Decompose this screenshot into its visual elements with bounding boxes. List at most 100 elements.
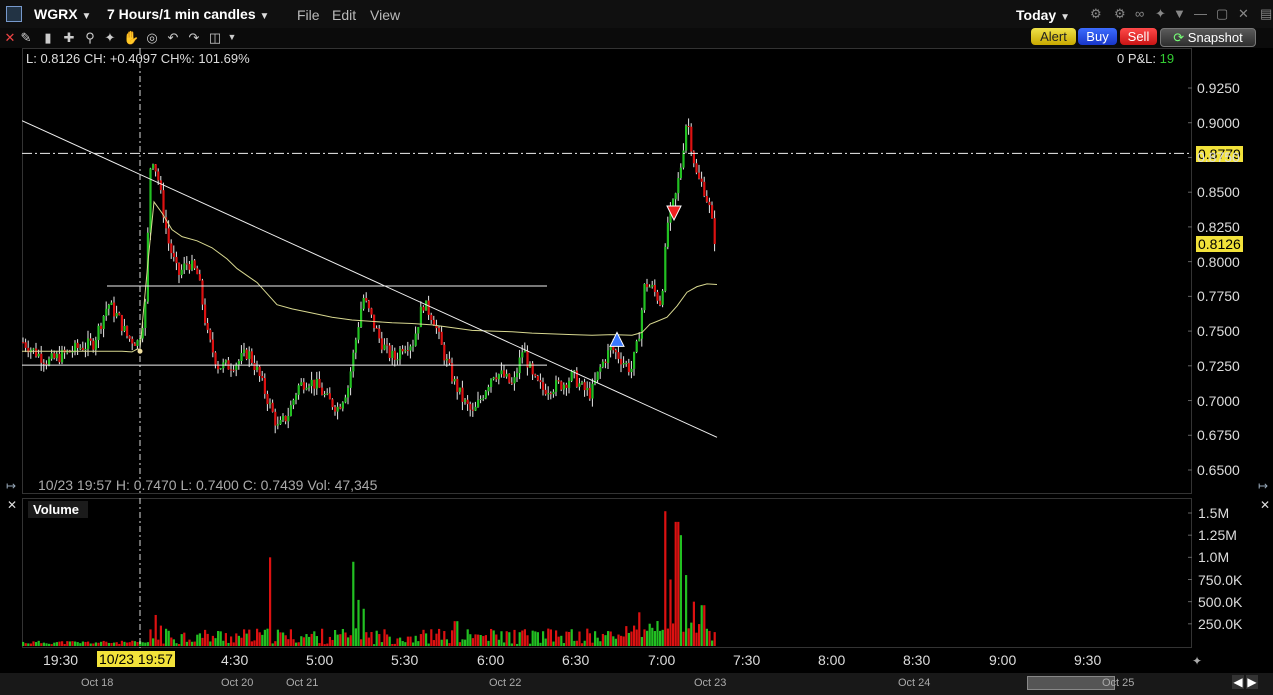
candle-body <box>588 387 591 399</box>
volume-bar <box>474 634 477 646</box>
chevron-down-icon[interactable]: ▼ <box>1173 6 1186 21</box>
gear-icon[interactable]: ⚙ <box>1114 6 1126 22</box>
volume-bar <box>185 641 188 646</box>
volume-bar <box>287 639 290 646</box>
volume-bar <box>711 640 714 646</box>
candle-body <box>261 376 264 379</box>
candle-body <box>92 340 95 350</box>
candle-body <box>661 290 664 305</box>
volume-tick-label: 1.5M <box>1198 505 1230 521</box>
scroll-left-icon[interactable]: ◀ <box>1232 675 1244 689</box>
candle-body <box>516 373 519 378</box>
volume-bar <box>375 630 378 646</box>
volume-bar <box>126 642 129 646</box>
hand-icon[interactable]: ✋ <box>123 30 139 46</box>
volume-bar <box>451 630 454 646</box>
volume-bar <box>256 628 259 646</box>
volume-bar <box>705 628 708 646</box>
zoom-icon[interactable]: ⚲ <box>82 30 98 46</box>
pin-icon[interactable]: ✦ <box>1155 6 1166 22</box>
volume-bar <box>352 561 355 646</box>
collapse-icon[interactable]: ↦ <box>6 479 16 493</box>
candle-body <box>438 328 441 332</box>
candle-body <box>484 391 487 399</box>
volume-bar <box>612 636 615 646</box>
candle-body <box>601 361 604 367</box>
time-axis[interactable] <box>0 648 1200 672</box>
candle-body <box>687 125 690 127</box>
undo-icon[interactable]: ↶ <box>165 30 181 46</box>
menu-file[interactable]: File <box>297 7 320 23</box>
candle-body <box>503 370 506 377</box>
candle-body <box>534 374 537 377</box>
candle-body <box>105 308 108 316</box>
volume-bar <box>188 639 191 646</box>
volume-bar <box>224 633 227 646</box>
volume-bar <box>258 632 261 646</box>
volume-bar <box>656 621 659 646</box>
bars-icon[interactable]: ▮ <box>40 30 56 46</box>
symbol-selector[interactable]: WGRX ▼ <box>34 6 91 22</box>
candle-body <box>664 246 667 291</box>
scroll-right-icon[interactable]: ▶ <box>1246 675 1258 689</box>
volume-bar <box>682 631 685 646</box>
volume-bar <box>367 637 370 646</box>
candle-body <box>48 358 51 365</box>
period-selector[interactable]: 7 Hours/1 min candles ▼ <box>107 6 269 22</box>
volume-bar <box>354 628 357 646</box>
candle-body <box>248 351 251 360</box>
candle-body <box>705 195 708 202</box>
volume-bar <box>497 639 500 646</box>
layout-icon[interactable]: ◫ <box>207 30 223 46</box>
volume-bar <box>222 640 225 646</box>
volume-bar <box>336 634 339 646</box>
collapse-icon[interactable]: ↦ <box>1258 479 1268 493</box>
candle-body <box>331 399 334 408</box>
range-selector[interactable]: Today ▼ <box>1016 7 1070 23</box>
target-icon[interactable]: ◎ <box>144 30 160 46</box>
candle-body <box>586 387 589 391</box>
menu-view[interactable]: View <box>370 7 400 23</box>
alert-button[interactable]: Alert <box>1031 28 1076 45</box>
pan-icon[interactable]: ✦ <box>102 30 118 46</box>
time-tick-label: 4:30 <box>221 652 249 668</box>
volume-bar <box>27 643 30 646</box>
candle-body <box>638 338 641 342</box>
candle-body <box>149 168 152 233</box>
candle-body <box>204 304 207 323</box>
candle-body <box>42 362 45 364</box>
volume-bar <box>703 605 706 646</box>
close-icon[interactable]: ✕ <box>2 30 18 46</box>
volume-bar <box>461 639 464 646</box>
close-icon[interactable]: ✕ <box>7 498 17 512</box>
candle-body <box>396 359 399 361</box>
volume-bar <box>523 629 526 646</box>
redo-icon[interactable]: ↷ <box>186 30 202 46</box>
candle-body <box>557 380 560 382</box>
draw-icon[interactable]: ✎ <box>18 30 34 46</box>
candle-body <box>542 382 545 390</box>
link-icon[interactable]: ∞ <box>1135 6 1144 21</box>
candle-body <box>568 380 571 388</box>
volume-bar <box>484 635 487 646</box>
volume-chart[interactable] <box>22 498 1192 648</box>
axis-scale-icon[interactable]: ✦ <box>1192 654 1202 668</box>
volume-bar <box>245 633 248 646</box>
candle-body <box>193 260 196 269</box>
volume-bar <box>71 641 74 646</box>
candle-body <box>347 387 350 398</box>
candle-body <box>635 341 638 353</box>
menu-edit[interactable]: Edit <box>332 7 356 23</box>
settings-icon[interactable]: ⚙ <box>1090 6 1102 22</box>
volume-bar <box>243 629 246 646</box>
sell-button[interactable]: Sell <box>1120 28 1157 45</box>
crosshair-icon[interactable]: ✚ <box>61 30 77 46</box>
buy-button[interactable]: Buy <box>1078 28 1117 45</box>
candle-body <box>113 302 116 317</box>
candle-body <box>167 228 170 244</box>
candle-body <box>583 382 586 391</box>
volume-bar <box>440 639 443 646</box>
dropdown-icon[interactable]: ▼ <box>224 32 240 42</box>
volume-bar <box>284 635 287 646</box>
price-chart[interactable] <box>22 48 1192 494</box>
